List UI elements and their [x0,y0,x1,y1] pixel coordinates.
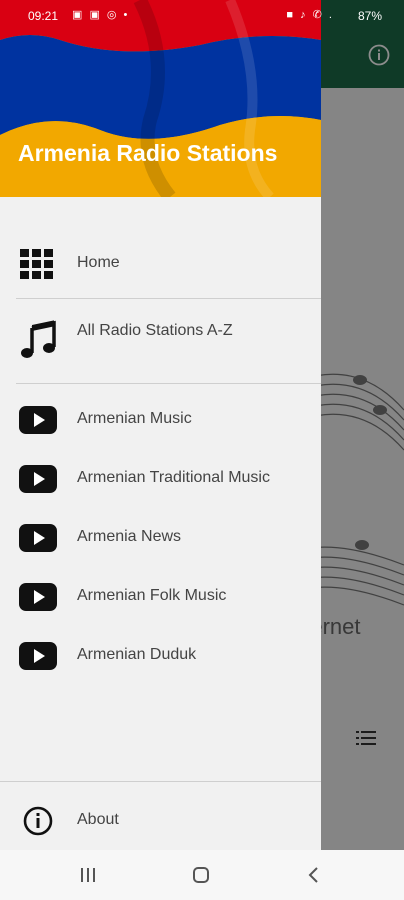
status-bar: 09:21 ▣ ▣ ◎ • ■ ♪ ✆ . 87% [0,0,404,30]
menu-label-armenian-folk-music: Armenian Folk Music [77,587,227,604]
drawer-title: Armenia Radio Stations [18,140,278,166]
youtube-icon [19,524,57,552]
menu-item-about[interactable]: About [0,793,321,849]
system-icons: ■ ♪ ✆ . [286,9,334,21]
divider [0,781,321,782]
youtube-icon [19,642,57,670]
menu-item-armenian-duduk[interactable]: Armenian Duduk [0,628,321,684]
navigation-drawer: Armenia Radio Stations Home All Radio St… [0,0,321,850]
youtube-icon [19,583,57,611]
menu-label-armenian-music: Armenian Music [77,410,192,427]
home-button-icon[interactable] [189,863,213,887]
menu-label-armenia-news: Armenia News [77,528,182,545]
menu-label-about: About [77,811,119,828]
menu-item-armenian-folk-music[interactable]: Armenian Folk Music [0,569,321,625]
battery-level: 87% [357,9,382,23]
menu-label-armenian-duduk: Armenian Duduk [77,646,197,663]
music-note-icon [21,320,56,358]
status-time: 09:21 [28,9,59,23]
menu-item-armenia-news[interactable]: Armenia News [0,510,321,566]
back-icon[interactable] [302,863,326,887]
menu-item-armenian-traditional-music[interactable]: Armenian Traditional Music [0,451,321,507]
info-circle-icon [23,806,53,836]
youtube-icon [19,465,57,493]
menu-item-all-stations[interactable]: All Radio Stations A-Z [0,312,321,368]
recent-apps-icon[interactable] [76,863,100,887]
youtube-icon [19,406,57,434]
menu-label-armenian-traditional-music: Armenian Traditional Music [77,469,270,486]
menu-item-home[interactable]: Home [0,236,321,292]
menu-item-armenian-music[interactable]: Armenian Music [0,392,321,448]
menu-label-home: Home [77,254,120,271]
system-navigation-bar [0,850,404,900]
divider [16,298,321,299]
grid-icon [20,249,53,279]
notification-icons: ▣ ▣ ◎ • [72,9,130,21]
divider [16,383,321,384]
menu-label-all-stations: All Radio Stations A-Z [77,322,233,339]
